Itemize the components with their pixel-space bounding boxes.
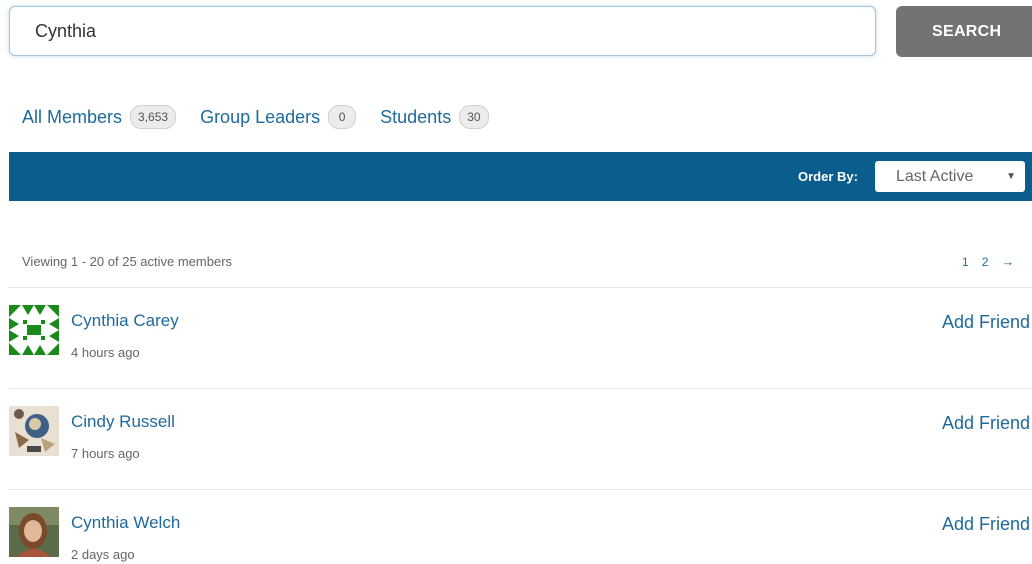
next-page-arrow-icon[interactable]: → (1001, 254, 1014, 269)
member-list-item: Cynthia Welch 2 days ago Add Friend (9, 507, 1032, 564)
caret-down-icon: ▼ (1006, 171, 1016, 182)
order-by-selected-value: Last Active (896, 168, 974, 185)
member-name-link[interactable]: Cindy Russell (71, 412, 175, 432)
order-by-label: Order By: (798, 169, 858, 184)
divider (9, 287, 1032, 288)
search-button[interactable]: SEARCH (896, 6, 1032, 57)
page-link-2[interactable]: 2 (982, 255, 989, 269)
person-avatar-icon (9, 507, 59, 557)
quilt-block-avatar-icon (9, 406, 59, 456)
last-active-time: 7 hours ago (71, 446, 140, 461)
member-list-item: Cynthia Carey 4 hours ago Add Friend (9, 305, 1032, 385)
member-list-item: Cindy Russell 7 hours ago Add Friend (9, 406, 1032, 486)
member-name-link[interactable]: Cynthia Welch (71, 513, 180, 533)
tab-label: All Members (22, 106, 123, 127)
member-type-tabs: All Members 3,653 Group Leaders 0 Studen… (22, 103, 513, 131)
count-badge: 0 (328, 105, 357, 129)
last-active-time: 4 hours ago (71, 345, 140, 360)
pagination: 1 2 → (962, 254, 1014, 269)
avatar[interactable] (9, 507, 59, 557)
divider (9, 388, 1032, 389)
add-friend-button[interactable]: Add Friend (942, 413, 1030, 434)
tab-label: Students (380, 106, 452, 127)
tab-label: Group Leaders (200, 106, 321, 127)
tab-students[interactable]: Students 30 (380, 105, 489, 129)
members-directory-page: SEARCH All Members 3,653 Group Leaders 0… (0, 0, 1032, 564)
avatar[interactable] (9, 406, 59, 456)
divider (9, 489, 1032, 490)
order-by-select[interactable]: Last Active ▼ (875, 161, 1025, 192)
viewing-count-text: Viewing 1 - 20 of 25 active members (22, 254, 233, 269)
count-badge: 3,653 (130, 105, 177, 129)
count-badge: 30 (459, 105, 489, 129)
order-by-bar: Order By: Last Active ▼ (9, 152, 1032, 201)
member-search-input[interactable] (9, 6, 876, 56)
page-link-1[interactable]: 1 (962, 255, 969, 269)
add-friend-button[interactable]: Add Friend (942, 312, 1030, 333)
last-active-time: 2 days ago (71, 547, 135, 562)
tab-group-leaders[interactable]: Group Leaders 0 (200, 105, 357, 129)
identicon-avatar-icon (9, 305, 59, 355)
add-friend-button[interactable]: Add Friend (942, 514, 1030, 535)
tab-all-members[interactable]: All Members 3,653 (22, 105, 177, 129)
member-name-link[interactable]: Cynthia Carey (71, 311, 179, 331)
avatar[interactable] (9, 305, 59, 355)
